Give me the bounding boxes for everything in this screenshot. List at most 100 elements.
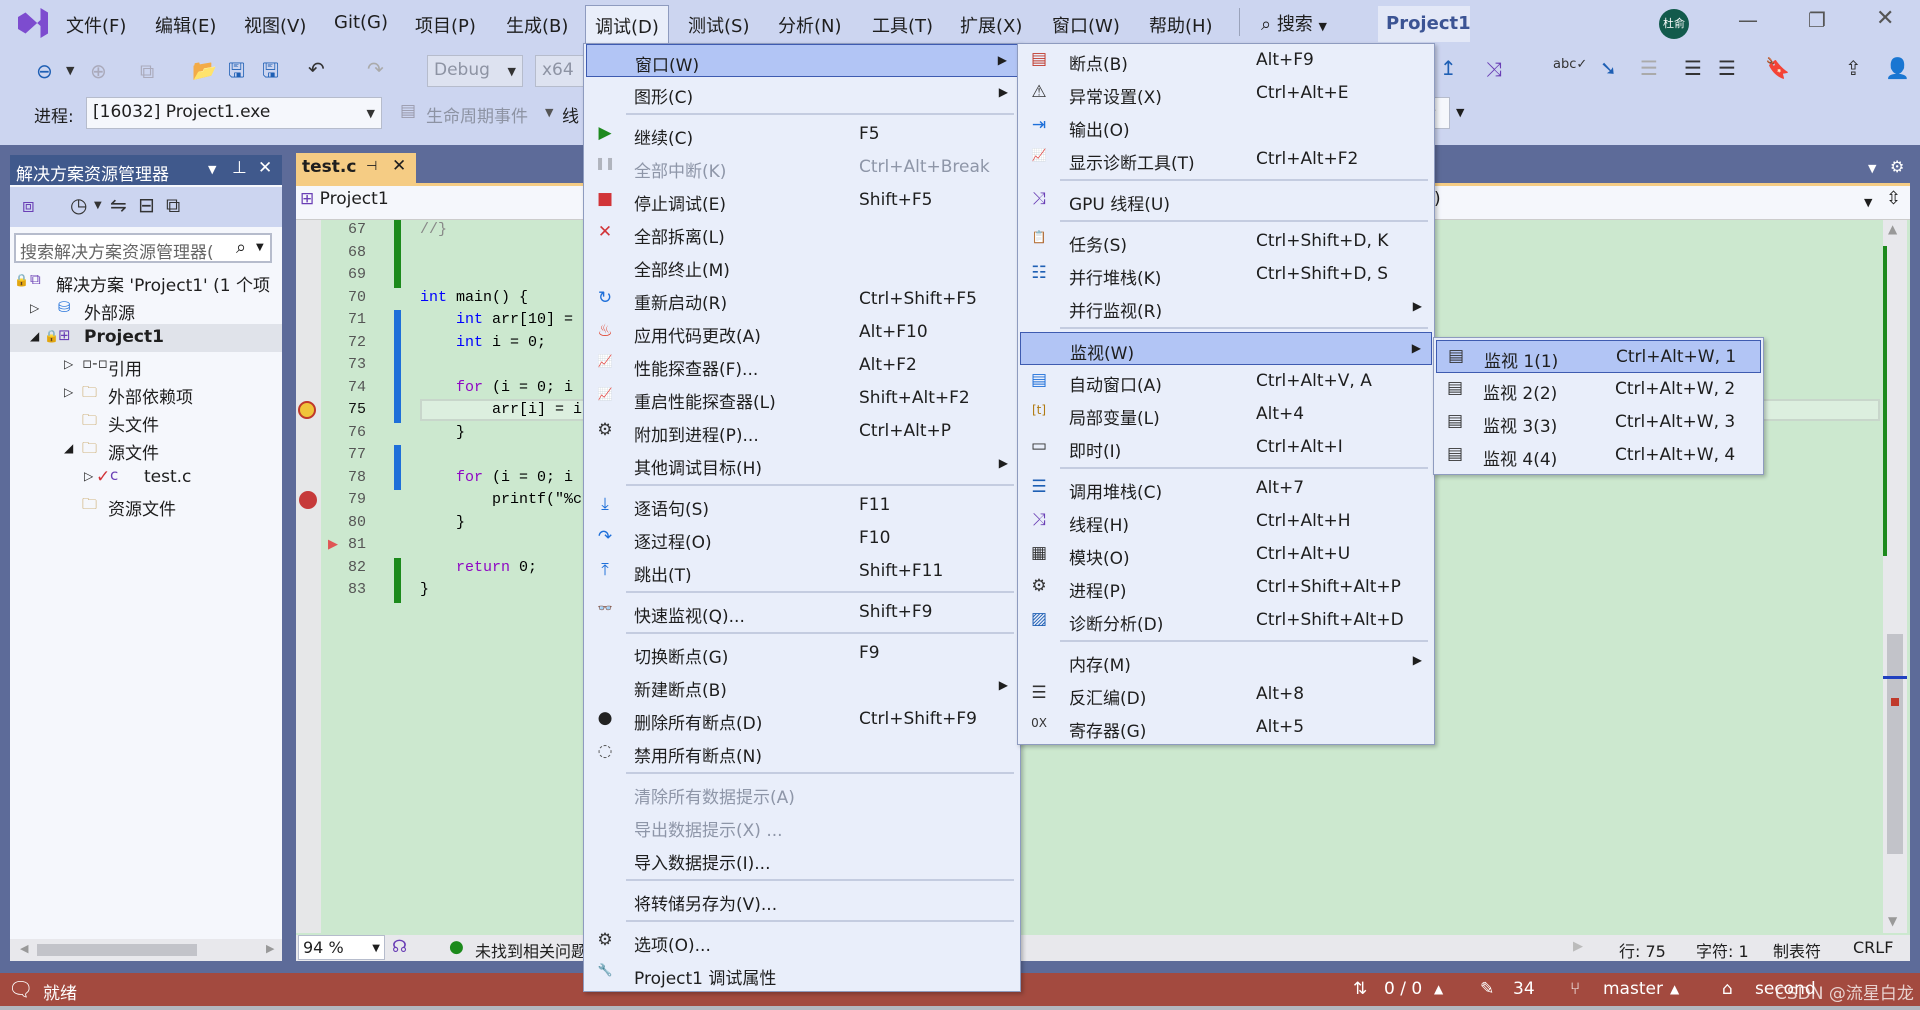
menu-build[interactable]: 生成(B) (506, 12, 568, 38)
menu-edit[interactable]: 编辑(E) (155, 12, 216, 38)
issues-status[interactable]: 未找到相关问题 (475, 938, 587, 962)
close-icon[interactable]: ✕ (392, 156, 406, 176)
threads-icon[interactable]: ⤨ (1486, 59, 1502, 79)
tree-item[interactable]: ▷ ✓ c test.c (10, 464, 282, 492)
scroll-left-icon[interactable]: ◀ (20, 942, 28, 955)
chevron-down-icon[interactable]: ▼ (66, 65, 74, 76)
sync-icon[interactable]: ⇋ (110, 195, 127, 215)
menu-item[interactable]: ● 删除所有断点(D) Ctrl+Shift+F9 (586, 703, 1018, 736)
spell-check-icon[interactable]: abc✓ (1553, 58, 1587, 71)
new-project-icon[interactable]: ⧉ (140, 61, 154, 81)
menu-item[interactable]: 窗口(W) ▶ (586, 44, 1018, 77)
menu-tools[interactable]: 工具(T) (872, 12, 933, 38)
menu-item[interactable]: ▤ 监视 4(4) Ctrl+Alt+W, 4 (1436, 439, 1761, 472)
tree-item[interactable]: ◢ 🗀 源文件 (10, 436, 282, 464)
close-button[interactable]: ✕ (1876, 6, 1894, 31)
bookmark-icon[interactable]: 🔖 (1765, 58, 1790, 78)
menu-item[interactable]: ▤ 监视 3(3) Ctrl+Alt+W, 3 (1436, 406, 1761, 439)
minimize-button[interactable]: — (1738, 8, 1758, 32)
menu-item[interactable]: ↷ 逐过程(O) F10 (586, 522, 1018, 555)
close-icon[interactable]: ✕ (258, 158, 272, 178)
menu-item[interactable]: ▤ 监视 1(1) Ctrl+Alt+W, 1 (1436, 340, 1761, 373)
run-to-cursor-icon[interactable]: ▶ (328, 537, 338, 552)
menu-item[interactable]: ⚙ 附加到进程(P)... Ctrl+Alt+P (586, 415, 1018, 448)
menu-item[interactable]: 📈 显示诊断工具(T) Ctrl+Alt+F2 (1020, 143, 1432, 176)
tree-item[interactable]: 🔒 ⧉ 解决方案 'Project1' (1 个项 (10, 268, 282, 296)
expander-icon[interactable]: ◢ (64, 441, 73, 455)
menu-item[interactable]: 其他调试目标(H) ▶ (586, 448, 1018, 481)
chevron-down-icon[interactable]: ▼ (256, 242, 264, 253)
tree-item[interactable]: 🗀 资源文件 (10, 492, 282, 520)
uncomment-icon[interactable]: ☰ (1718, 58, 1736, 78)
menu-item[interactable]: ⤨ 线程(H) Ctrl+Alt+H (1020, 505, 1432, 538)
menu-item[interactable]: 内存(M) ▶ (1020, 645, 1432, 678)
menu-item[interactable]: 并行监视(R) ▶ (1020, 291, 1432, 324)
project-scope-select[interactable]: ⊞ Project1 (300, 189, 389, 209)
pending-changes-icon[interactable]: ◷ (70, 195, 87, 215)
chevron-down-icon[interactable]: ▼ (545, 106, 553, 119)
menu-item[interactable]: 🔧 Project1 调试属性 (586, 958, 1018, 991)
eol-indicator[interactable]: CRLF (1853, 938, 1893, 957)
menu-item[interactable]: ⤓ 逐语句(S) F11 (586, 489, 1018, 522)
scroll-right-icon[interactable]: ▶ (1573, 939, 1583, 954)
menu-item[interactable]: 将转储另存为(V)... (586, 884, 1018, 917)
breakpoint-icon[interactable] (299, 491, 317, 509)
menu-item[interactable]: 清除所有数据提示(A) (586, 777, 1018, 810)
menu-item[interactable]: 监视(W) ▶ (1020, 332, 1432, 365)
redo-icon[interactable]: ↷ (367, 59, 384, 79)
menu-item[interactable]: 0X 寄存器(G) Alt+5 (1020, 711, 1432, 744)
scroll-down-icon[interactable]: ▼ (1888, 914, 1897, 928)
current-statement-arrow-icon[interactable] (298, 401, 316, 419)
menu-item[interactable]: 新建断点(B) ▶ (586, 670, 1018, 703)
tree-item[interactable]: ▷ 🗀 外部依赖项 (10, 380, 282, 408)
indent-icon[interactable]: ☰ (1640, 58, 1658, 78)
menu-help[interactable]: 帮助(H) (1149, 12, 1213, 38)
show-all-files-icon[interactable]: ⧉ (166, 195, 180, 215)
zoom-select[interactable]: 94 % ▼ (298, 935, 385, 960)
menu-item[interactable]: 📈 重启性能探查器(L) Shift+Alt+F2 (586, 382, 1018, 415)
expander-icon[interactable]: ▷ (64, 385, 73, 399)
menu-item[interactable]: ⚙ 选项(O)... (586, 925, 1018, 958)
solution-search-input[interactable]: 搜索解决方案资源管理器( ⌕ ▼ (14, 233, 272, 263)
menu-item[interactable]: ❚❚ 全部中断(K) Ctrl+Alt+Break (586, 151, 1018, 184)
collapse-all-icon[interactable]: ⊟ (138, 195, 155, 215)
lifecycle-events-button[interactable]: 生命周期事件 (426, 102, 528, 127)
undo-icon[interactable]: ↶ (308, 59, 325, 79)
comment-icon[interactable]: ☰ (1684, 58, 1702, 78)
menu-item[interactable]: ☰ 反汇编(D) Alt+8 (1020, 678, 1432, 711)
pending-edits-count[interactable]: 34 (1513, 979, 1535, 999)
tree-item[interactable]: ◢ 🔒 ⊞ Project1 (10, 324, 282, 352)
tabs-indicator[interactable]: 制表符 (1773, 938, 1821, 962)
menu-analyze[interactable]: 分析(N) (778, 12, 842, 38)
solution-config-select[interactable]: Debug ▼ (427, 55, 523, 87)
open-folder-icon[interactable]: 📂 (192, 60, 217, 80)
gear-icon[interactable]: ⚙ (1890, 157, 1904, 176)
menu-item[interactable]: 导入数据提示(I)... (586, 843, 1018, 876)
menu-window[interactable]: 窗口(W) (1052, 12, 1120, 38)
tree-item[interactable]: ▷ ⛁ 外部源 (10, 296, 282, 324)
menu-item[interactable]: ▭ 即时(I) Ctrl+Alt+I (1020, 431, 1432, 464)
menu-view[interactable]: 视图(V) (244, 12, 306, 38)
menu-item[interactable]: ▤ 监视 2(2) Ctrl+Alt+W, 2 (1436, 373, 1761, 406)
scroll-right-icon[interactable]: ▶ (266, 942, 274, 955)
tab-test-c[interactable]: test.c ⊣ ✕ (296, 153, 416, 183)
horizontal-scrollbar[interactable]: ◀ ▶ (10, 939, 282, 961)
menu-item[interactable]: ▶ 继续(C) F5 (586, 118, 1018, 151)
menu-item[interactable]: ✕ 全部拆离(L) (586, 217, 1018, 250)
process-select[interactable]: [16032] Project1.exe ▼ (86, 97, 382, 129)
menu-file[interactable]: 文件(F) (66, 12, 126, 38)
menu-item[interactable]: ◌ 禁用所有断点(N) (586, 736, 1018, 769)
step-out-icon[interactable]: ↥ (1440, 58, 1457, 78)
menu-item[interactable]: ⇥ 输出(O) (1020, 110, 1432, 143)
navigate-forward-icon[interactable]: ⊕ (90, 61, 107, 81)
menu-debug[interactable]: 调试(D) (585, 5, 669, 46)
char-indicator[interactable]: 字符: 1 (1696, 938, 1749, 962)
chevron-up-icon[interactable]: ▲ (1434, 982, 1443, 996)
menu-item[interactable]: 📋 任务(S) Ctrl+Shift+D, K (1020, 225, 1432, 258)
menu-item[interactable]: [t] 局部变量(L) Alt+4 (1020, 398, 1432, 431)
toolbar-overflow-icon[interactable]: ▼ (1456, 106, 1464, 119)
menu-item[interactable]: ■ 停止调试(E) Shift+F5 (586, 184, 1018, 217)
intellicode-icon[interactable]: ☊ (392, 937, 407, 957)
line-indicator[interactable]: 行: 75 (1619, 938, 1666, 962)
menu-item[interactable]: ☰ 调用堆栈(C) Alt+7 (1020, 472, 1432, 505)
